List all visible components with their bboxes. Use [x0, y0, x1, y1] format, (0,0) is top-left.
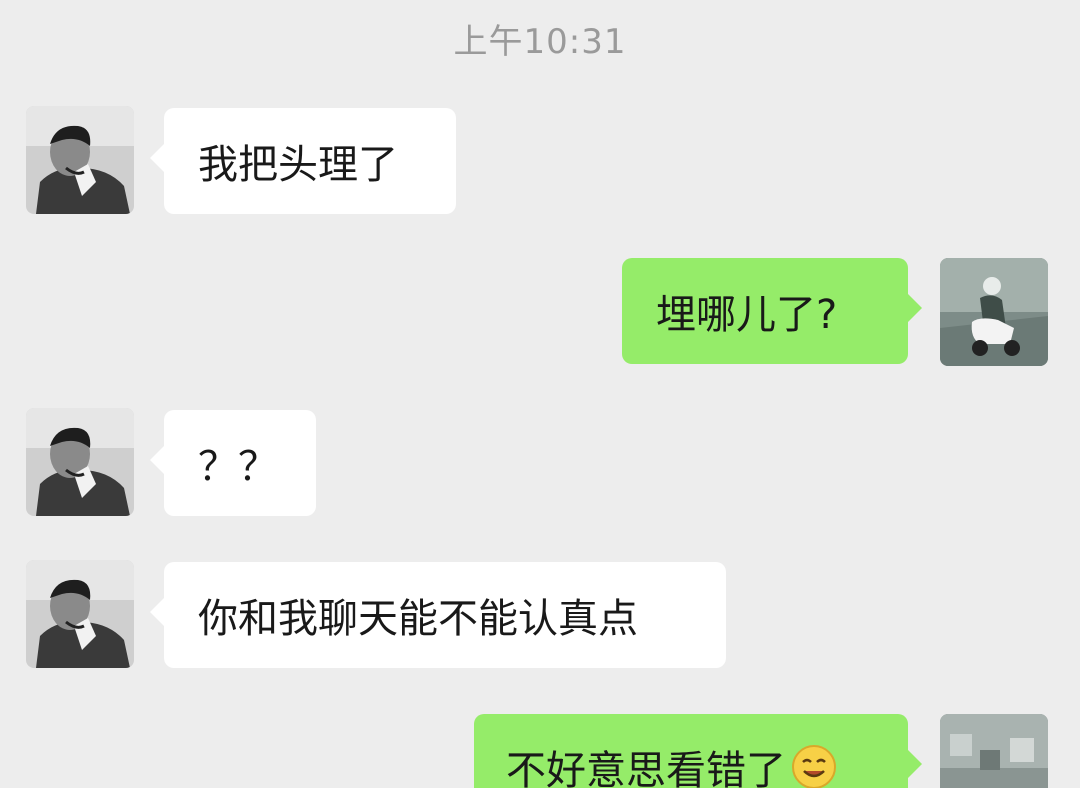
- message-text: 不好意思看错了: [506, 748, 786, 788]
- scooter-rider-avatar-icon: [940, 714, 1048, 788]
- self-avatar[interactable]: [940, 258, 1048, 366]
- male-avatar-icon: [26, 560, 134, 668]
- message-bubble-incoming[interactable]: 我把头理了: [150, 108, 456, 214]
- message-text: 我把头理了: [198, 142, 398, 188]
- message-text: 你和我聊天能不能认真点: [198, 596, 638, 642]
- chat-window: 上午10:31 我把头理了 埋哪儿了? ？？ 你和我聊天能不能认真点 不好意思看…: [0, 0, 1080, 788]
- message-bubble-outgoing[interactable]: 埋哪儿了?: [622, 258, 922, 364]
- message-bubble-outgoing[interactable]: 不好意思看错了: [474, 714, 922, 788]
- scooter-rider-avatar-icon: [940, 258, 1048, 366]
- message-bubble-incoming[interactable]: 你和我聊天能不能认真点: [150, 562, 726, 668]
- message-timestamp: 上午10:31: [453, 22, 627, 62]
- self-avatar[interactable]: [940, 714, 1048, 788]
- contact-avatar[interactable]: [26, 408, 134, 516]
- message-text: 埋哪儿了?: [656, 292, 838, 338]
- contact-avatar[interactable]: [26, 106, 134, 214]
- male-avatar-icon: [26, 408, 134, 516]
- male-avatar-icon: [26, 106, 134, 214]
- message-text: ？？: [198, 444, 278, 490]
- contact-avatar[interactable]: [26, 560, 134, 668]
- smile-emoji-icon: [792, 745, 836, 788]
- message-bubble-incoming[interactable]: ？？: [150, 410, 316, 516]
